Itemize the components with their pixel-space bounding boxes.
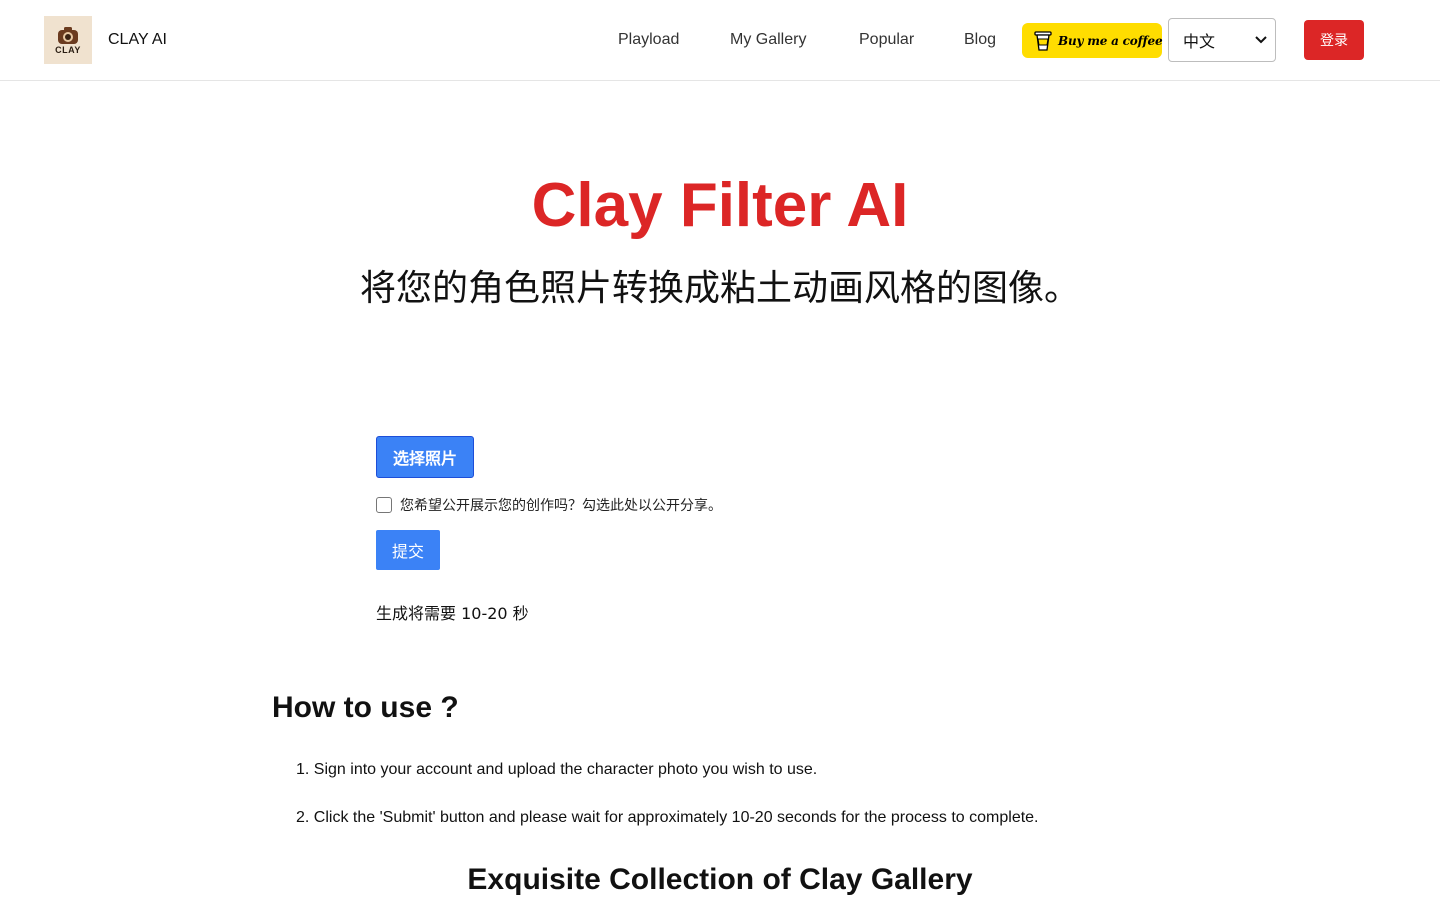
submit-button[interactable]: 提交 bbox=[376, 530, 440, 570]
nav-my-gallery[interactable]: My Gallery bbox=[730, 30, 806, 50]
buy-me-a-coffee-button[interactable]: Buy me a coffee bbox=[1022, 23, 1163, 58]
nav-playload[interactable]: Playload bbox=[618, 30, 679, 50]
camera-logo-icon bbox=[58, 26, 78, 44]
how-to-use-heading: How to use ? bbox=[272, 691, 459, 724]
logo-text: CLAY bbox=[55, 44, 81, 55]
site-header: CLAY CLAY AI Playload My Gallery Popular… bbox=[0, 0, 1440, 81]
nav-blog[interactable]: Blog bbox=[964, 30, 996, 50]
page-subtitle: 将您的角色照片转换成粘土动画风格的图像。 bbox=[359, 268, 1080, 309]
coffee-cup-icon bbox=[1034, 30, 1052, 52]
login-button[interactable]: 登录 bbox=[1304, 20, 1364, 60]
generation-time-note: 生成将需要 10-20 秒 bbox=[376, 604, 529, 623]
nav-popular[interactable]: Popular bbox=[859, 30, 914, 50]
page-title: Clay Filter AI bbox=[531, 171, 909, 240]
gallery-heading: Exquisite Collection of Clay Gallery bbox=[467, 863, 973, 896]
coffee-label: Buy me a coffee bbox=[1058, 33, 1163, 48]
language-select[interactable]: 中文 bbox=[1168, 18, 1276, 62]
how-to-step: 2. Click the 'Submit' button and please … bbox=[296, 809, 1039, 826]
share-publicly-label[interactable]: 您希望公开展示您的创作吗？勾选此处以公开分享。 bbox=[400, 495, 722, 515]
how-to-step: 1. Sign into your account and upload the… bbox=[296, 761, 818, 778]
logo[interactable]: CLAY bbox=[44, 16, 92, 64]
brand-name[interactable]: CLAY AI bbox=[108, 30, 167, 50]
language-selected-value: 中文 bbox=[1183, 34, 1216, 51]
choose-photo-button[interactable]: 选择照片 bbox=[376, 436, 474, 478]
share-publicly-checkbox[interactable] bbox=[376, 497, 392, 513]
chevron-down-icon bbox=[1255, 36, 1267, 44]
share-publicly-row: 您希望公开展示您的创作吗？勾选此处以公开分享。 bbox=[376, 495, 722, 515]
